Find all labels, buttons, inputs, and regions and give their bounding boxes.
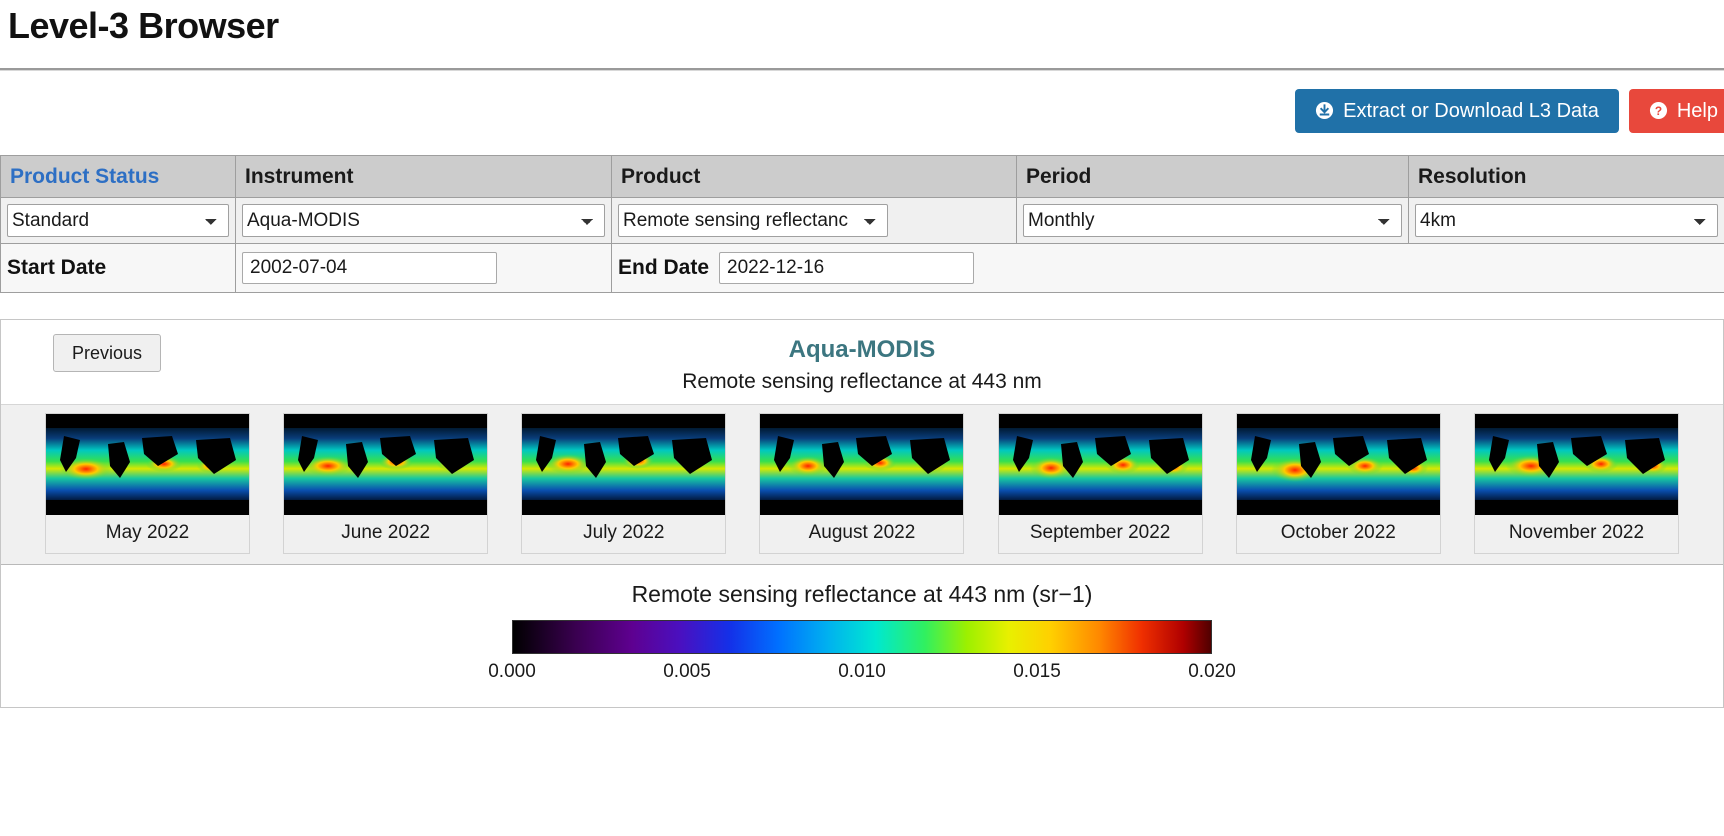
product-select[interactable]: Remote sensing reflectanc [618,203,888,237]
extract-button-label: Extract or Download L3 Data [1343,99,1599,122]
header-period: Period [1016,154,1409,198]
thumbnail-item[interactable]: November 2022 [1473,412,1679,554]
gallery-header: Previous Aqua-MODIS Remote sensing refle… [1,320,1723,404]
ocean-color-map-thumbnail [1474,413,1678,515]
colorbar-ticks: 0.000 0.005 0.010 0.015 0.020 [488,660,1236,687]
header-product: Product [611,154,1017,198]
filter-header-row: Product Status Instrument Product Period… [0,154,1724,198]
colorbar-title: Remote sensing reflectance at 443 nm (sr… [631,580,1093,607]
thumbnail-item[interactable]: August 2022 [759,412,965,554]
thumbnail-label: August 2022 [808,521,916,543]
resolution-select[interactable]: 4km [1415,203,1718,237]
thumbnail-label: November 2022 [1508,521,1645,543]
cell-start-date-input [235,242,612,293]
ocean-color-map-thumbnail [760,413,964,515]
download-circle-icon [1315,101,1334,120]
gallery-panel: Previous Aqua-MODIS Remote sensing refle… [0,318,1724,708]
header-product-status[interactable]: Product Status [0,154,236,198]
period-select[interactable]: Monthly [1023,203,1402,237]
end-date-input[interactable] [719,251,975,284]
product-status-select[interactable]: Standard [7,203,229,237]
previous-button[interactable]: Previous [53,333,162,372]
question-circle-icon: ? [1649,101,1668,120]
instrument-select[interactable]: Aqua-MODIS [242,203,605,237]
header-resolution: Resolution [1408,154,1724,198]
filter-date-row: Start Date End Date [0,242,1724,293]
svg-text:?: ? [1655,104,1662,118]
help-button-label: Help [1676,99,1718,122]
thumbnail-label: July 2022 [583,521,665,543]
action-bar: Extract or Download L3 Data ? Help [0,71,1724,133]
colorbar-tick-label: 0.015 [1013,660,1061,682]
colorbar-tick-label: 0.020 [1188,660,1236,682]
ocean-color-map-thumbnail [1236,413,1440,515]
thumbnail-item[interactable]: June 2022 [283,412,489,554]
ocean-color-map-thumbnail [284,413,488,515]
start-date-label: Start Date [7,255,107,279]
thumbnail-label: October 2022 [1280,521,1396,543]
thumbnail-item[interactable]: July 2022 [521,412,727,554]
cell-instrument: Aqua-MODIS [235,196,612,244]
cell-product: Remote sensing reflectanc [611,196,1017,244]
end-date-label: End Date [618,255,710,279]
thumbnail-item[interactable]: October 2022 [1235,412,1441,554]
cell-resolution: 4km [1408,196,1724,244]
thumbnail-label: September 2022 [1029,521,1171,543]
filter-table: Product Status Instrument Product Period… [0,154,1724,293]
thumbnail-label: May 2022 [105,521,190,543]
cell-start-date-label: Start Date [0,242,236,293]
thumbnail-label: June 2022 [341,521,431,543]
ocean-color-map-thumbnail [998,413,1202,515]
cell-end-date: End Date [611,242,1724,293]
page-title: Level-3 Browser [8,5,279,46]
ocean-color-map-thumbnail [522,413,726,515]
cell-product-status: Standard [0,196,236,244]
colorbar-tick-label: 0.000 [488,660,536,682]
gallery-subtitle: Remote sensing reflectance at 443 nm [682,369,1042,393]
colorbar-tick-label: 0.010 [838,660,886,682]
thumbnail-item[interactable]: May 2022 [45,412,250,554]
thumbnail-item[interactable]: September 2022 [997,412,1203,554]
start-date-input[interactable] [242,251,497,284]
end-date-group: End Date [618,251,1718,284]
colorbar-gradient [512,619,1212,654]
help-button[interactable]: ? Help [1628,88,1724,133]
cell-period: Monthly [1016,196,1409,244]
colorbar-section: Remote sensing reflectance at 443 nm (sr… [1,564,1723,707]
thumbnail-strip: May 2022 June 2022 July 2022 August 2022… [1,403,1723,565]
colorbar-tick-label: 0.005 [663,660,711,682]
extract-or-download-l3-data-button[interactable]: Extract or Download L3 Data [1295,88,1619,133]
gallery-title: Aqua-MODIS [788,335,936,363]
ocean-color-map-thumbnail [46,413,249,515]
header-instrument: Instrument [235,154,612,198]
filter-control-row: Standard Aqua-MODIS Remote sensing refle… [0,196,1724,244]
